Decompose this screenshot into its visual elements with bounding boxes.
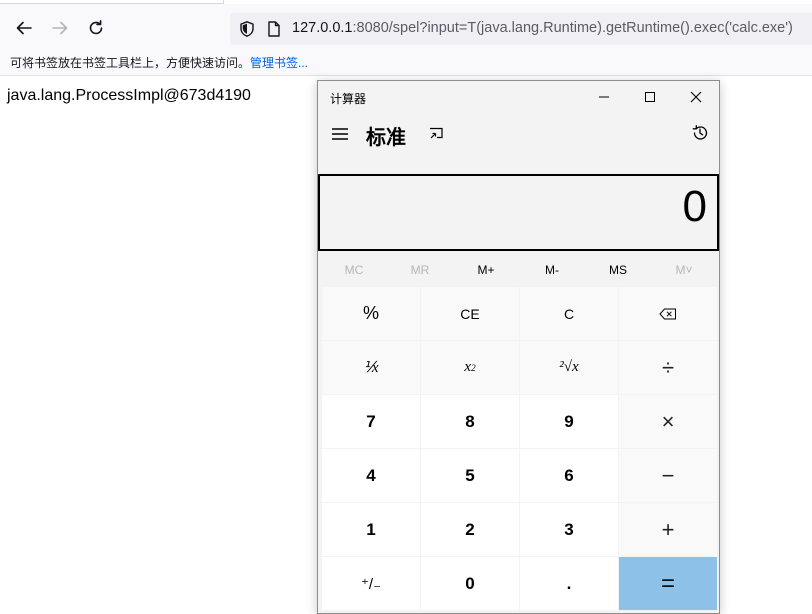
memory-clear-button[interactable]: MC	[321, 257, 387, 283]
digit-4-button[interactable]: 4	[322, 449, 420, 502]
calculator-mode-title: 标准	[366, 127, 406, 149]
square-root-label: ²√x	[559, 359, 579, 375]
digit-1-button[interactable]: 1	[322, 503, 420, 556]
reciprocal-button[interactable]: ⅟x	[322, 341, 420, 394]
digit-5-button[interactable]: 5	[421, 449, 519, 502]
add-button[interactable]: +	[619, 503, 717, 556]
clear-button[interactable]: C	[520, 287, 618, 340]
history-icon[interactable]	[691, 124, 709, 142]
square-exponent: 2	[471, 362, 476, 373]
bookmarks-toolbar: 可将书签放在书签工具栏上，方便快速访问。管理书签...	[0, 48, 812, 76]
multiply-button[interactable]: ×	[619, 395, 717, 448]
square-label: x	[464, 359, 472, 375]
minimize-icon	[599, 96, 609, 98]
calculator-window: 计算器 标准 0 MC MR M+ M- MS M˅ % CE C ⅟x x 2…	[317, 80, 720, 614]
reload-button[interactable]	[82, 14, 110, 42]
close-button[interactable]	[673, 81, 719, 113]
memory-list-button[interactable]: M˅	[651, 257, 717, 283]
url-host: 127.0.0.1	[292, 20, 353, 36]
clear-entry-button[interactable]: CE	[421, 287, 519, 340]
backspace-icon	[659, 308, 676, 319]
digit-9-button[interactable]: 9	[520, 395, 618, 448]
keep-on-top-icon[interactable]	[428, 125, 444, 141]
browser-toolbar: 127.0.0.1:8080/spel?input=T(java.lang.Ru…	[0, 4, 812, 48]
decimal-point-button[interactable]: .	[520, 557, 618, 610]
memory-row: MC MR M+ M- MS M˅	[318, 257, 719, 283]
close-icon	[690, 91, 702, 103]
manage-bookmarks-link[interactable]: 管理书签...	[250, 56, 308, 70]
forward-button[interactable]	[46, 14, 74, 42]
shield-icon[interactable]	[238, 20, 256, 38]
url-text[interactable]: 127.0.0.1:8080/spel?input=T(java.lang.Ru…	[292, 20, 793, 36]
page-output-text: java.lang.ProcessImpl@673d4190	[7, 87, 251, 104]
square-root-button[interactable]: ²√x	[520, 341, 618, 394]
maximize-button[interactable]	[627, 81, 673, 113]
minimize-button[interactable]	[581, 81, 627, 113]
menu-icon[interactable]	[330, 125, 350, 143]
bookmarks-hint: 可将书签放在书签工具栏上，方便快速访问。	[10, 56, 251, 70]
maximize-icon	[645, 92, 655, 102]
digit-0-button[interactable]: 0	[421, 557, 519, 610]
back-button[interactable]	[10, 14, 38, 42]
address-bar[interactable]: 127.0.0.1:8080/spel?input=T(java.lang.Ru…	[230, 13, 812, 45]
page-icon	[268, 21, 280, 37]
memory-add-button[interactable]: M+	[453, 257, 519, 283]
back-arrow-icon	[16, 21, 32, 35]
digit-7-button[interactable]: 7	[322, 395, 420, 448]
calculator-display: 0	[318, 174, 719, 251]
memory-store-button[interactable]: MS	[585, 257, 651, 283]
equals-button[interactable]: =	[619, 557, 717, 610]
subtract-button[interactable]: −	[619, 449, 717, 502]
forward-arrow-icon	[52, 21, 68, 35]
reciprocal-label: ⅟x	[363, 360, 379, 376]
screen: 127.0.0.1:8080/spel?input=T(java.lang.Ru…	[0, 0, 812, 614]
divide-button[interactable]: ÷	[619, 341, 717, 394]
digit-6-button[interactable]: 6	[520, 449, 618, 502]
negate-button[interactable]: ⁺/₋	[322, 557, 420, 610]
digit-3-button[interactable]: 3	[520, 503, 618, 556]
digit-2-button[interactable]: 2	[421, 503, 519, 556]
digit-8-button[interactable]: 8	[421, 395, 519, 448]
square-button[interactable]: x2	[421, 341, 519, 394]
calculator-window-title: 计算器	[330, 92, 367, 106]
percent-button[interactable]: %	[322, 287, 420, 340]
reload-icon	[89, 20, 103, 35]
memory-recall-button[interactable]: MR	[387, 257, 453, 283]
backspace-button[interactable]	[619, 287, 717, 340]
url-path: :8080/spel?input=T(java.lang.Runtime).ge…	[352, 20, 793, 36]
display-value: 0	[682, 182, 707, 231]
memory-subtract-button[interactable]: M-	[519, 257, 585, 283]
